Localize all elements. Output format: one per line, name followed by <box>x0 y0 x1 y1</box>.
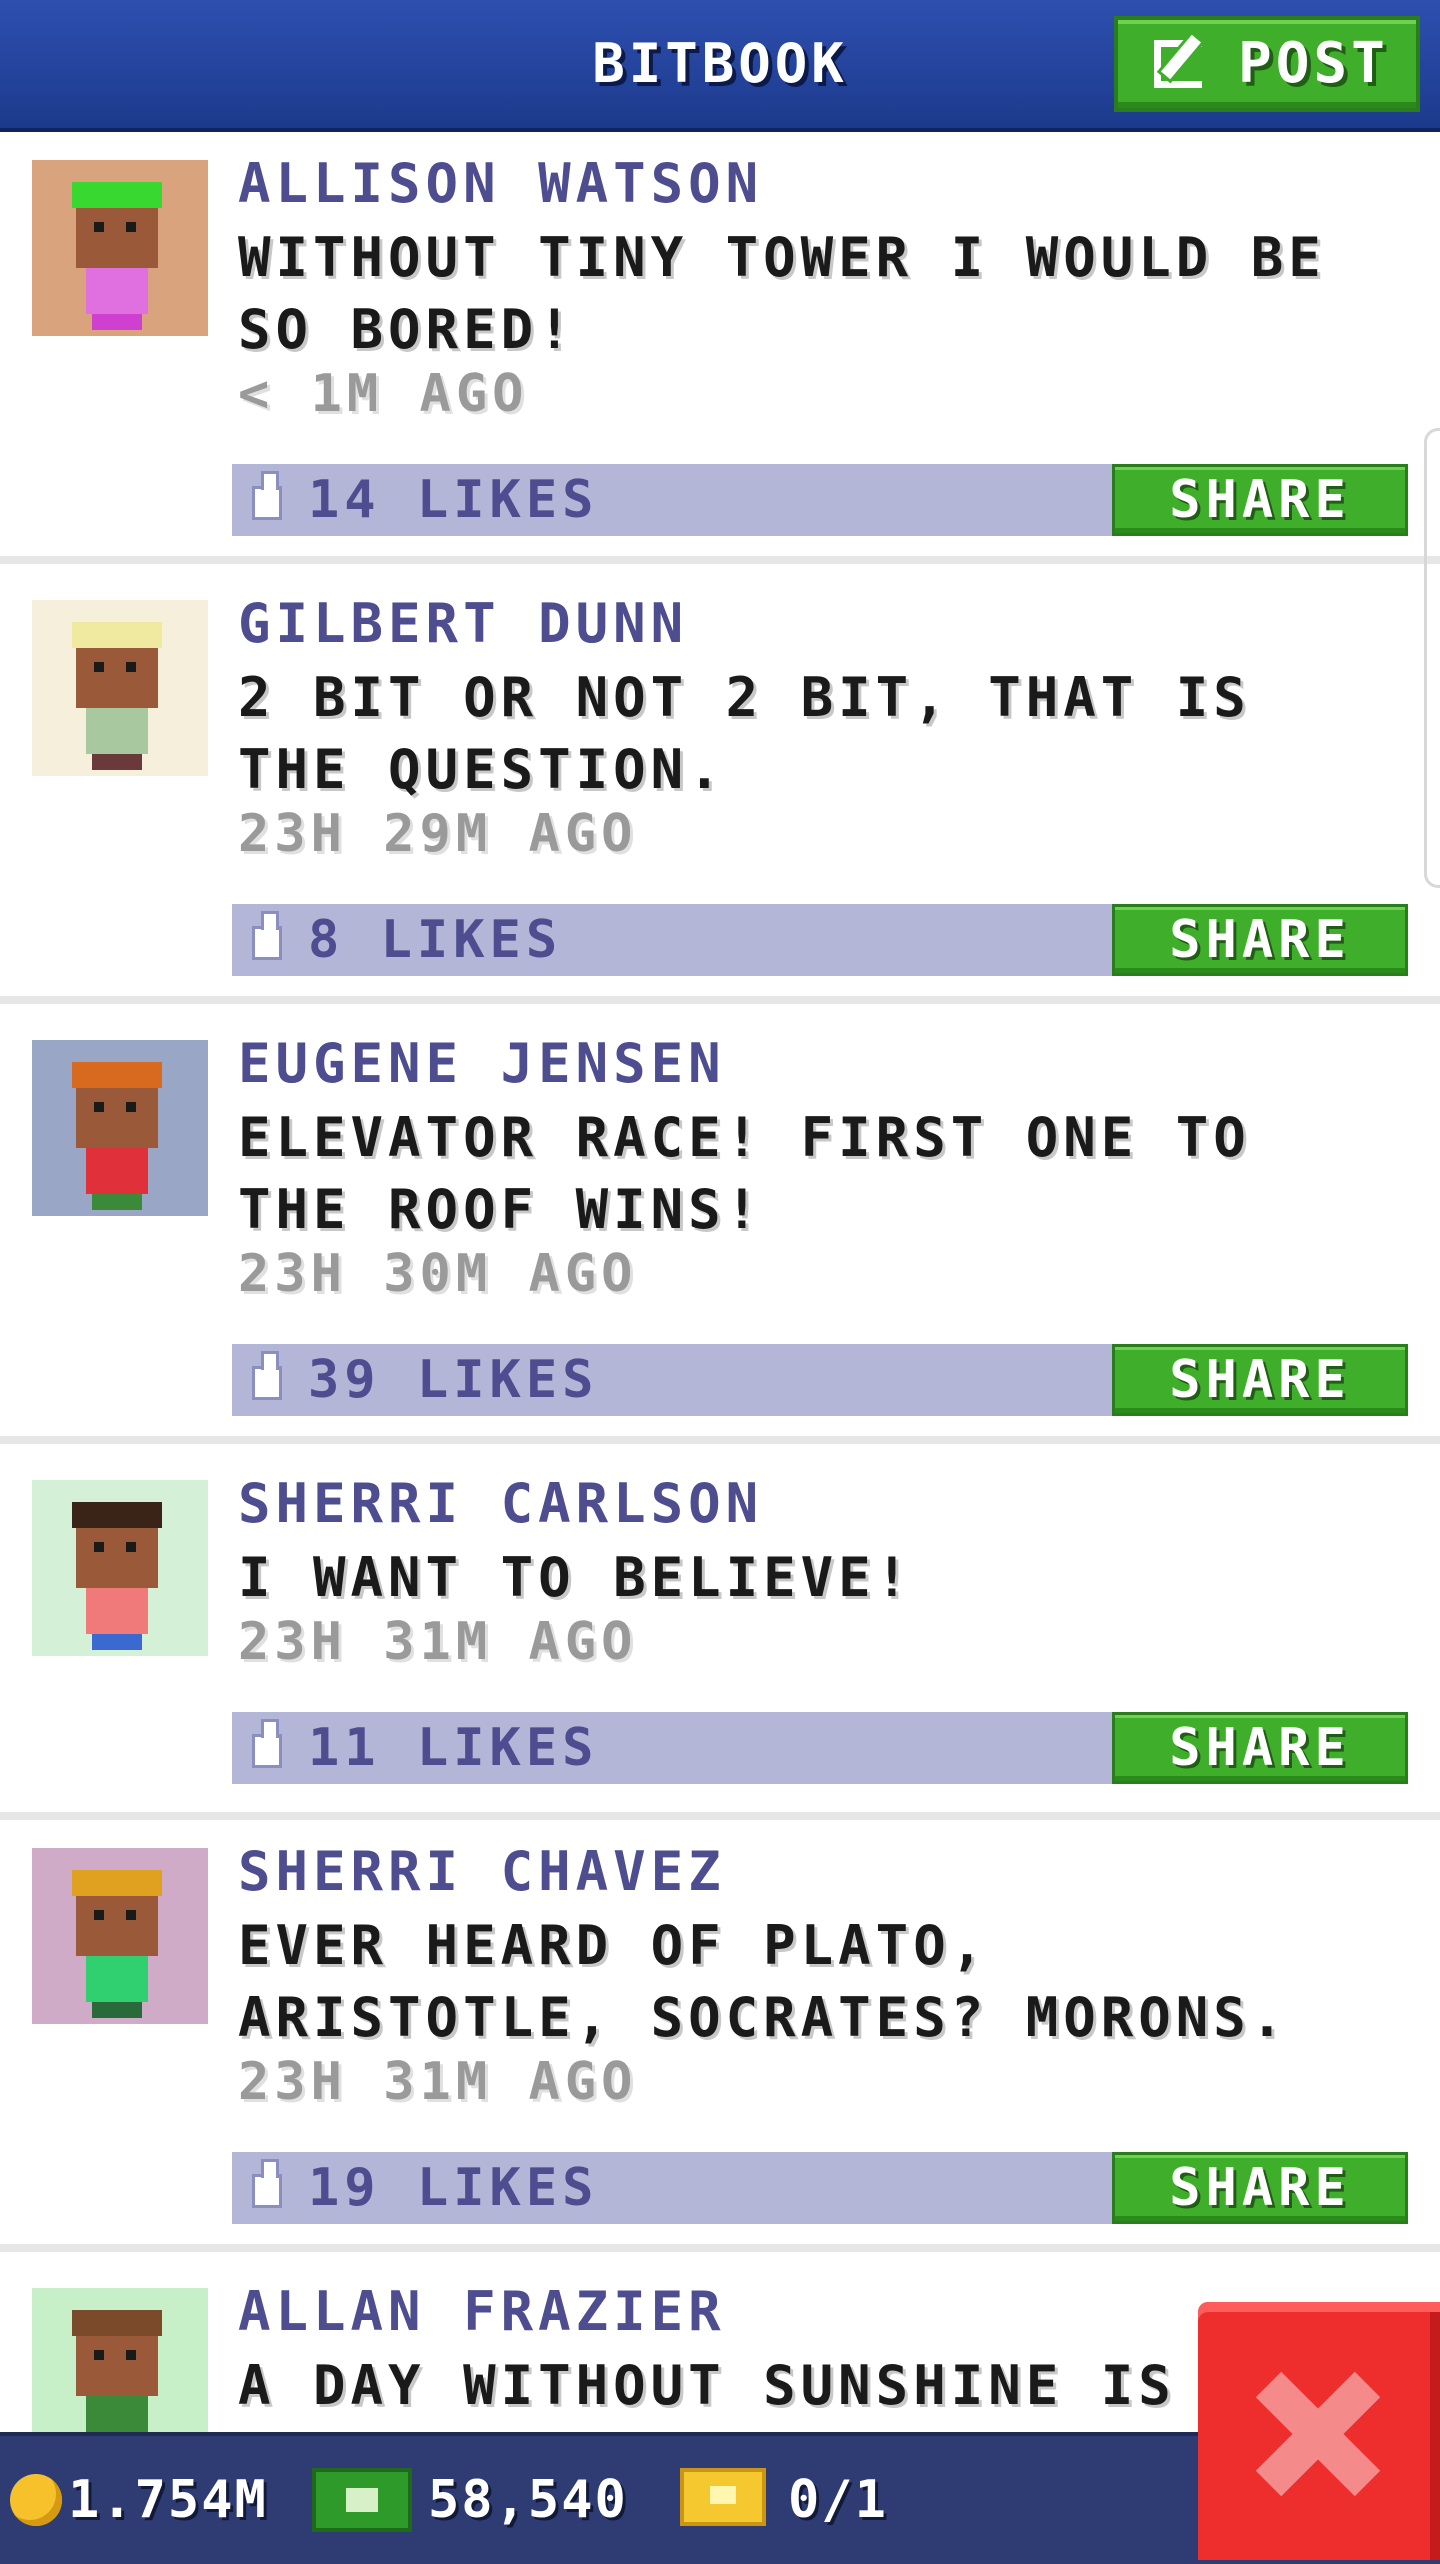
post-message: EVER HEARD OF PLATO, ARISTOTLE, SOCRATES… <box>238 1914 1289 2049</box>
like-count: 19 LIKES <box>308 2158 599 2218</box>
post-message: WITHOUT TINY TOWER I WOULD BE SO BORED! <box>238 226 1326 361</box>
thumb-icon <box>252 471 282 520</box>
post-time: 23H 30M AGO <box>238 1244 638 1304</box>
avatar <box>32 1848 208 2024</box>
thumb-icon <box>252 2159 282 2208</box>
coin-icon <box>10 2474 62 2526</box>
bux-count: 58,540 <box>428 2470 628 2530</box>
close-button[interactable] <box>1198 2302 1440 2560</box>
feed-post: SHERRI CARLSON I WANT TO BELIEVE! 23H 31… <box>0 1452 1440 1820</box>
thumb-icon <box>252 1719 282 1768</box>
share-button[interactable]: SHARE <box>1112 1712 1408 1784</box>
post-author: SHERRI CARLSON <box>238 1472 764 1535</box>
ticket-icon <box>680 2468 766 2526</box>
share-button[interactable]: SHARE <box>1112 904 1408 976</box>
share-button[interactable]: SHARE <box>1112 1344 1408 1416</box>
like-bar[interactable]: 14 LIKES SHARE <box>232 464 1408 536</box>
like-count: 14 LIKES <box>308 470 599 530</box>
avatar <box>32 1480 208 1656</box>
post-author: ALLAN FRAZIER <box>238 2280 726 2343</box>
like-bar[interactable]: 11 LIKES SHARE <box>232 1712 1408 1784</box>
scrollbar[interactable] <box>1424 428 1440 888</box>
post-button-label: POST <box>1238 31 1389 96</box>
feed-post: GILBERT DUNN 2 BIT OR NOT 2 BIT, THAT IS… <box>0 572 1440 1004</box>
post-message: I WANT TO BELIEVE! <box>238 1546 914 1609</box>
coin-count: 1.754M <box>68 2470 268 2530</box>
post-time: < 1M AGO <box>238 364 529 424</box>
thumb-icon <box>252 1351 282 1400</box>
app-header: BITBOOK POST <box>0 0 1440 132</box>
post-message: ELEVATOR RACE! FIRST ONE TO THE ROOF WIN… <box>238 1106 1251 1241</box>
like-count: 39 LIKES <box>308 1350 599 1410</box>
avatar <box>32 600 208 776</box>
thumb-icon <box>252 911 282 960</box>
like-bar[interactable]: 19 LIKES SHARE <box>232 2152 1408 2224</box>
ticket-count: 0/1 <box>788 2470 888 2530</box>
post-author: GILBERT DUNN <box>238 592 689 655</box>
post-time: 23H 29M AGO <box>238 804 638 864</box>
bux-icon <box>312 2468 412 2532</box>
post-button[interactable]: POST <box>1114 16 1420 112</box>
post-time: 23H 31M AGO <box>238 1612 638 1672</box>
post-time: 23H 31M AGO <box>238 2052 638 2112</box>
avatar <box>32 160 208 336</box>
avatar <box>32 1040 208 1216</box>
feed-post: SHERRI CHAVEZ EVER HEARD OF PLATO, ARIST… <box>0 1820 1440 2252</box>
edit-icon <box>1154 40 1202 88</box>
post-author: EUGENE JENSEN <box>238 1032 726 1095</box>
feed-post: EUGENE JENSEN ELEVATOR RACE! FIRST ONE T… <box>0 1012 1440 1444</box>
like-count: 8 LIKES <box>308 910 563 970</box>
like-count: 11 LIKES <box>308 1718 599 1778</box>
post-author: SHERRI CHAVEZ <box>238 1840 726 1903</box>
share-button[interactable]: SHARE <box>1112 2152 1408 2224</box>
close-icon <box>1254 2370 1382 2498</box>
share-button[interactable]: SHARE <box>1112 464 1408 536</box>
post-author: ALLISON WATSON <box>238 152 764 215</box>
feed-post: ALLISON WATSON WITHOUT TINY TOWER I WOUL… <box>0 132 1440 564</box>
like-bar[interactable]: 39 LIKES SHARE <box>232 1344 1408 1416</box>
post-message: 2 BIT OR NOT 2 BIT, THAT IS THE QUESTION… <box>238 666 1251 801</box>
like-bar[interactable]: 8 LIKES SHARE <box>232 904 1408 976</box>
avatar <box>32 2288 208 2432</box>
